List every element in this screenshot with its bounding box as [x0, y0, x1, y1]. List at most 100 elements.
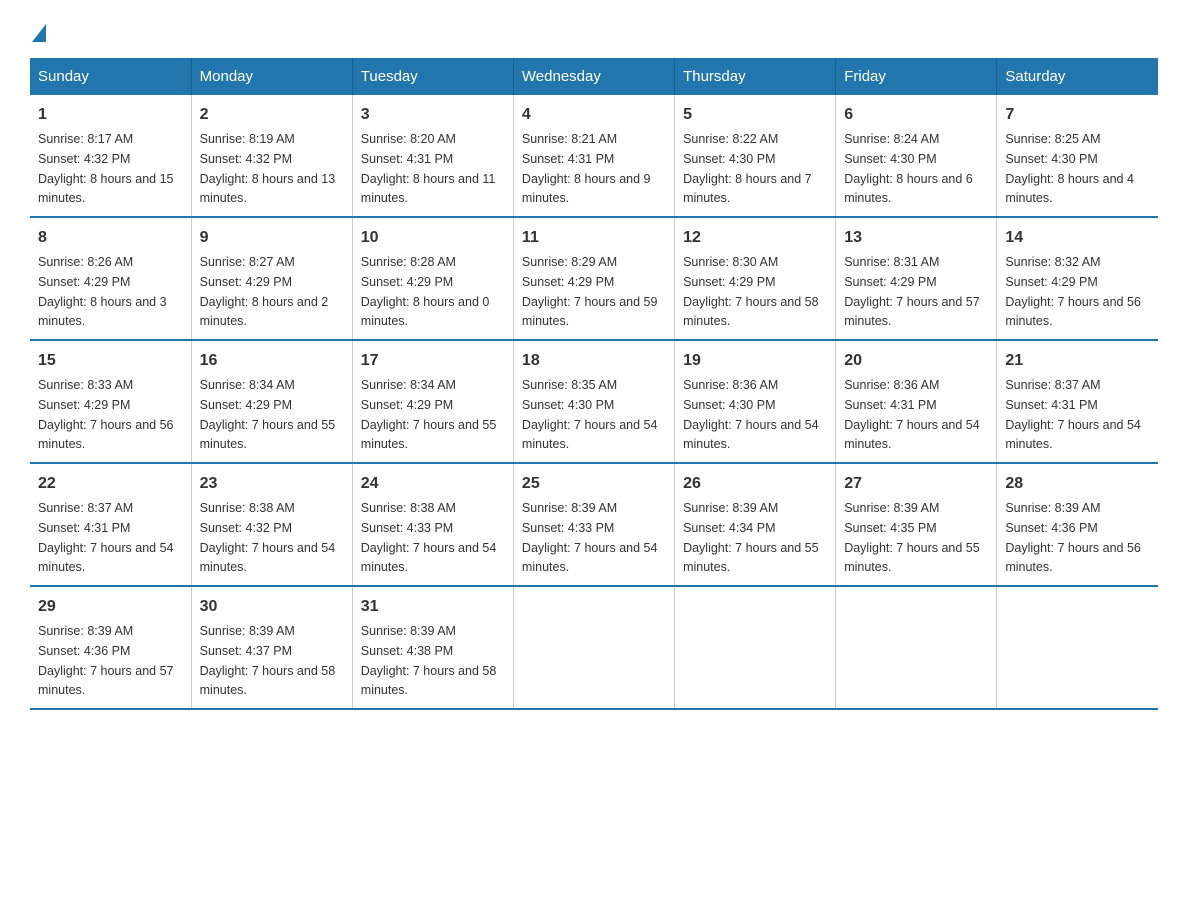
header-friday: Friday [836, 58, 997, 95]
day-info: Sunrise: 8:34 AMSunset: 4:29 PMDaylight:… [200, 378, 336, 451]
header-sunday: Sunday [30, 58, 191, 95]
calendar-cell [836, 586, 997, 709]
day-info: Sunrise: 8:39 AMSunset: 4:34 PMDaylight:… [683, 501, 819, 574]
day-info: Sunrise: 8:38 AMSunset: 4:32 PMDaylight:… [200, 501, 336, 574]
day-info: Sunrise: 8:27 AMSunset: 4:29 PMDaylight:… [200, 255, 329, 328]
calendar-cell: 6 Sunrise: 8:24 AMSunset: 4:30 PMDaylight… [836, 95, 997, 217]
day-number: 26 [683, 472, 827, 496]
day-number: 12 [683, 226, 827, 250]
day-info: Sunrise: 8:32 AMSunset: 4:29 PMDaylight:… [1005, 255, 1141, 328]
calendar-cell: 18Sunrise: 8:35 AMSunset: 4:30 PMDayligh… [513, 340, 674, 463]
day-info: Sunrise: 8:24 AMSunset: 4:30 PMDaylight:… [844, 132, 973, 205]
day-number: 29 [38, 595, 183, 619]
calendar-table: SundayMondayTuesdayWednesdayThursdayFrid… [30, 58, 1158, 710]
day-number: 22 [38, 472, 183, 496]
day-info: Sunrise: 8:37 AMSunset: 4:31 PMDaylight:… [38, 501, 174, 574]
day-number: 25 [522, 472, 666, 496]
calendar-cell: 24 Sunrise: 8:38 AMSunset: 4:33 PMDayligh… [352, 463, 513, 586]
day-number: 8 [38, 226, 183, 250]
day-number: 4 [522, 103, 666, 127]
day-info: Sunrise: 8:30 AMSunset: 4:29 PMDaylight:… [683, 255, 819, 328]
calendar-cell: 9 Sunrise: 8:27 AMSunset: 4:29 PMDaylight… [191, 217, 352, 340]
day-info: Sunrise: 8:37 AMSunset: 4:31 PMDaylight:… [1005, 378, 1141, 451]
calendar-cell: 31 Sunrise: 8:39 AMSunset: 4:38 PMDayligh… [352, 586, 513, 709]
calendar-cell: 22 Sunrise: 8:37 AMSunset: 4:31 PMDayligh… [30, 463, 191, 586]
calendar-cell: 19 Sunrise: 8:36 AMSunset: 4:30 PMDayligh… [675, 340, 836, 463]
day-number: 23 [200, 472, 344, 496]
day-info: Sunrise: 8:39 AMSunset: 4:38 PMDaylight:… [361, 624, 497, 697]
calendar-cell: 26 Sunrise: 8:39 AMSunset: 4:34 PMDayligh… [675, 463, 836, 586]
day-number: 10 [361, 226, 505, 250]
day-number: 17 [361, 349, 505, 373]
day-info: Sunrise: 8:39 AMSunset: 4:33 PMDaylight:… [522, 501, 658, 574]
page-header [30, 20, 1158, 38]
day-number: 15 [38, 349, 183, 373]
day-number: 6 [844, 103, 988, 127]
day-number: 24 [361, 472, 505, 496]
day-info: Sunrise: 8:19 AMSunset: 4:32 PMDaylight:… [200, 132, 336, 205]
calendar-cell: 14 Sunrise: 8:32 AMSunset: 4:29 PMDayligh… [997, 217, 1158, 340]
day-info: Sunrise: 8:28 AMSunset: 4:29 PMDaylight:… [361, 255, 490, 328]
calendar-cell: 29 Sunrise: 8:39 AMSunset: 4:36 PMDayligh… [30, 586, 191, 709]
calendar-cell: 11 Sunrise: 8:29 AMSunset: 4:29 PMDayligh… [513, 217, 674, 340]
day-info: Sunrise: 8:22 AMSunset: 4:30 PMDaylight:… [683, 132, 812, 205]
day-number: 27 [844, 472, 988, 496]
header-monday: Monday [191, 58, 352, 95]
day-number: 21 [1005, 349, 1150, 373]
calendar-cell: 5 Sunrise: 8:22 AMSunset: 4:30 PMDaylight… [675, 95, 836, 217]
day-info: Sunrise: 8:38 AMSunset: 4:33 PMDaylight:… [361, 501, 497, 574]
calendar-cell: 25 Sunrise: 8:39 AMSunset: 4:33 PMDayligh… [513, 463, 674, 586]
day-number: 19 [683, 349, 827, 373]
calendar-cell [997, 586, 1158, 709]
day-info: Sunrise: 8:29 AMSunset: 4:29 PMDaylight:… [522, 255, 658, 328]
day-info: Sunrise: 8:21 AMSunset: 4:31 PMDaylight:… [522, 132, 651, 205]
day-number: 7 [1005, 103, 1150, 127]
calendar-cell: 15 Sunrise: 8:33 AMSunset: 4:29 PMDayligh… [30, 340, 191, 463]
day-info: Sunrise: 8:20 AMSunset: 4:31 PMDaylight:… [361, 132, 496, 205]
day-info: Sunrise: 8:34 AMSunset: 4:29 PMDaylight:… [361, 378, 497, 451]
logo-triangle-icon [32, 24, 46, 42]
day-info: Sunrise: 8:36 AMSunset: 4:30 PMDaylight:… [683, 378, 819, 451]
calendar-cell: 2 Sunrise: 8:19 AMSunset: 4:32 PMDaylight… [191, 95, 352, 217]
calendar-cell: 7 Sunrise: 8:25 AMSunset: 4:30 PMDaylight… [997, 95, 1158, 217]
day-info: Sunrise: 8:39 AMSunset: 4:36 PMDaylight:… [38, 624, 174, 697]
day-number: 14 [1005, 226, 1150, 250]
day-info: Sunrise: 8:17 AMSunset: 4:32 PMDaylight:… [38, 132, 174, 205]
header-tuesday: Tuesday [352, 58, 513, 95]
day-number: 2 [200, 103, 344, 127]
day-number: 28 [1005, 472, 1150, 496]
calendar-cell: 27Sunrise: 8:39 AMSunset: 4:35 PMDayligh… [836, 463, 997, 586]
calendar-week-row: 15 Sunrise: 8:33 AMSunset: 4:29 PMDayligh… [30, 340, 1158, 463]
day-number: 9 [200, 226, 344, 250]
day-info: Sunrise: 8:36 AMSunset: 4:31 PMDaylight:… [844, 378, 980, 451]
day-info: Sunrise: 8:26 AMSunset: 4:29 PMDaylight:… [38, 255, 167, 328]
calendar-cell: 30Sunrise: 8:39 AMSunset: 4:37 PMDayligh… [191, 586, 352, 709]
calendar-cell: 23 Sunrise: 8:38 AMSunset: 4:32 PMDayligh… [191, 463, 352, 586]
calendar-cell: 28 Sunrise: 8:39 AMSunset: 4:36 PMDayligh… [997, 463, 1158, 586]
day-info: Sunrise: 8:35 AMSunset: 4:30 PMDaylight:… [522, 378, 658, 451]
day-info: Sunrise: 8:39 AMSunset: 4:37 PMDaylight:… [200, 624, 336, 697]
day-number: 11 [522, 226, 666, 250]
header-thursday: Thursday [675, 58, 836, 95]
day-info: Sunrise: 8:25 AMSunset: 4:30 PMDaylight:… [1005, 132, 1134, 205]
day-number: 13 [844, 226, 988, 250]
day-info: Sunrise: 8:39 AMSunset: 4:36 PMDaylight:… [1005, 501, 1141, 574]
day-number: 16 [200, 349, 344, 373]
header-saturday: Saturday [997, 58, 1158, 95]
day-number: 20 [844, 349, 988, 373]
calendar-cell: 12 Sunrise: 8:30 AMSunset: 4:29 PMDayligh… [675, 217, 836, 340]
logo [30, 20, 48, 38]
calendar-cell [513, 586, 674, 709]
calendar-cell: 21 Sunrise: 8:37 AMSunset: 4:31 PMDayligh… [997, 340, 1158, 463]
day-number: 5 [683, 103, 827, 127]
calendar-cell: 20 Sunrise: 8:36 AMSunset: 4:31 PMDayligh… [836, 340, 997, 463]
day-info: Sunrise: 8:33 AMSunset: 4:29 PMDaylight:… [38, 378, 174, 451]
calendar-week-row: 1Sunrise: 8:17 AMSunset: 4:32 PMDaylight… [30, 95, 1158, 217]
day-info: Sunrise: 8:31 AMSunset: 4:29 PMDaylight:… [844, 255, 980, 328]
calendar-cell [675, 586, 836, 709]
calendar-week-row: 22 Sunrise: 8:37 AMSunset: 4:31 PMDayligh… [30, 463, 1158, 586]
header-wednesday: Wednesday [513, 58, 674, 95]
calendar-cell: 4 Sunrise: 8:21 AMSunset: 4:31 PMDaylight… [513, 95, 674, 217]
day-number: 31 [361, 595, 505, 619]
day-number: 3 [361, 103, 505, 127]
